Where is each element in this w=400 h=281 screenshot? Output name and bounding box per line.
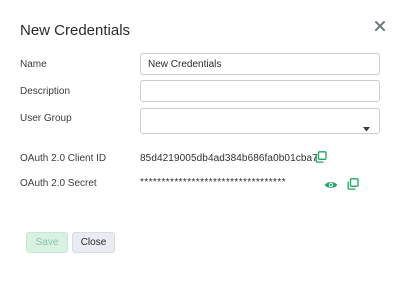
client-id-label: OAuth 2.0 Client ID xyxy=(20,153,107,164)
eye-icon[interactable] xyxy=(324,180,338,190)
name-input[interactable] xyxy=(140,53,380,75)
copy-secret-icon[interactable] xyxy=(347,178,359,190)
secret-value: ********************************** xyxy=(140,177,286,188)
secret-label: OAuth 2.0 Secret xyxy=(20,178,97,189)
description-label: Description xyxy=(20,86,71,97)
user-group-select[interactable] xyxy=(140,108,380,134)
close-button[interactable]: Close xyxy=(72,232,115,253)
dialog-title: New Credentials xyxy=(20,22,131,39)
description-input[interactable] xyxy=(140,80,380,102)
chevron-down-icon xyxy=(363,119,370,137)
close-icon[interactable] xyxy=(374,20,388,34)
client-id-value: 85d4219005db4ad384b686fa0b01cba7 xyxy=(140,153,318,164)
user-group-label: User Group xyxy=(20,113,72,124)
name-label: Name xyxy=(20,59,47,70)
save-button[interactable]: Save xyxy=(26,232,68,253)
copy-client-id-icon[interactable] xyxy=(315,151,327,163)
new-credentials-dialog: New Credentials Name Description User Gr… xyxy=(0,0,400,281)
